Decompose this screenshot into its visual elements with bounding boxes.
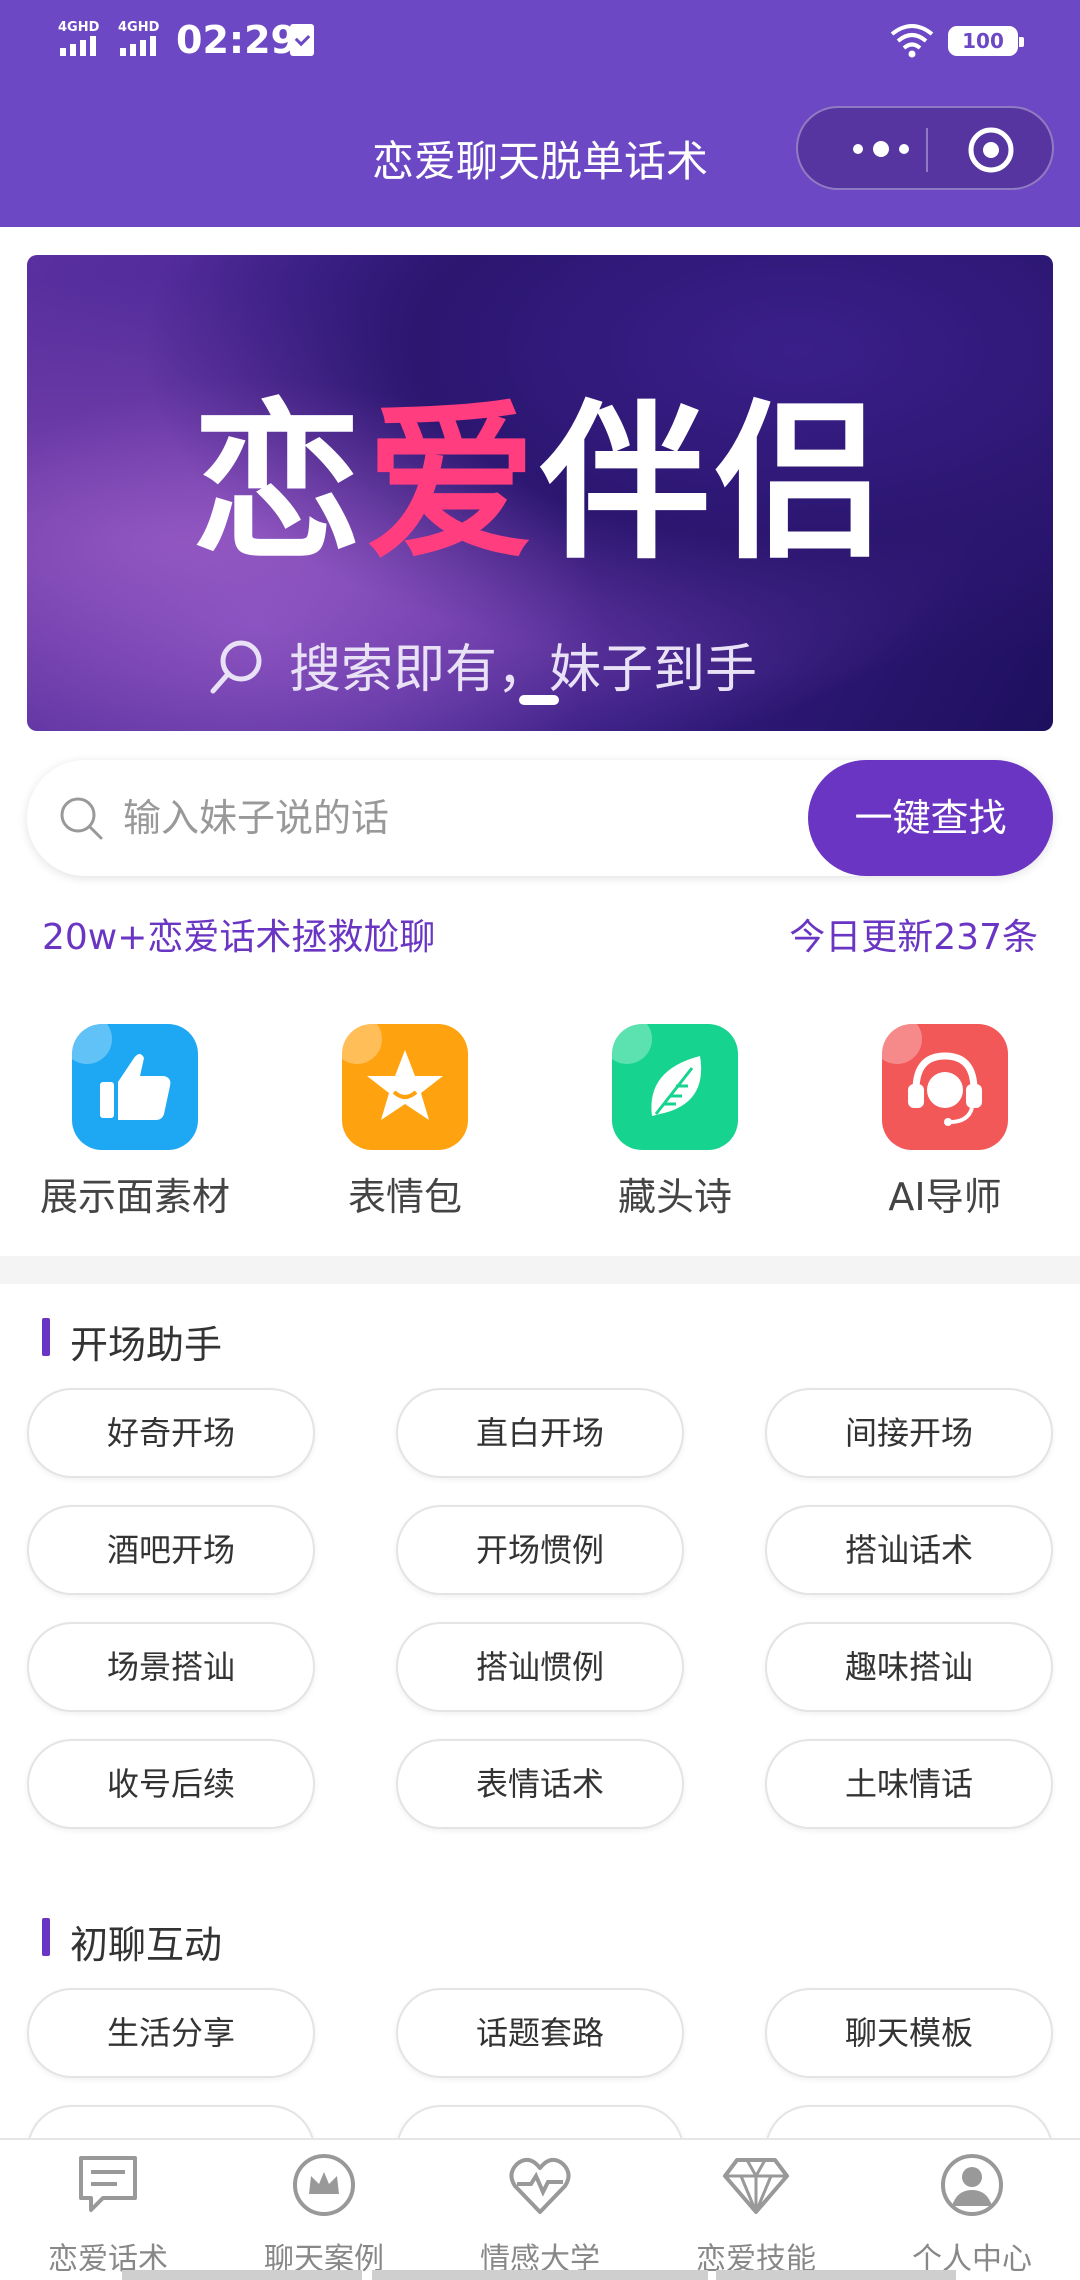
home-indicator	[716, 2270, 956, 2280]
section-marker	[42, 1918, 50, 1956]
banner-tagline: 搜索即有，妹子到手	[289, 640, 758, 700]
chat-icon	[79, 2156, 137, 2212]
topic-chip[interactable]: 趣味搭讪	[765, 1622, 1053, 1712]
leaf-icon	[612, 1024, 738, 1150]
topic-chip[interactable]: 场景搭讪	[27, 1622, 315, 1712]
section-divider	[0, 1256, 1080, 1284]
topic-chip[interactable]: 生活分享	[27, 1988, 315, 2078]
search-bar: 一键查找	[27, 760, 1053, 876]
clipboard-icon	[290, 24, 314, 56]
heart-pulse-icon	[509, 2157, 571, 2214]
home-indicator	[372, 2270, 708, 2280]
section-title-first-chat: 初聊互动	[70, 1923, 223, 1967]
thumbs-up-icon	[72, 1024, 198, 1150]
topic-chip[interactable]: 开场惯例	[396, 1505, 684, 1595]
topic-chip[interactable]: 直白开场	[396, 1388, 684, 1478]
topic-chip[interactable]: 话题套路	[396, 1988, 684, 2078]
quick-action-label: AI导师	[888, 1175, 1002, 1219]
banner-title: 恋爱伴侣	[27, 345, 1053, 591]
topic-chip[interactable]: 收号后续	[27, 1739, 315, 1829]
tab-profile[interactable]: 个人中心	[864, 2150, 1080, 2278]
section-title-opening: 开场助手	[70, 1323, 223, 1367]
stats-today: 今日更新237条	[789, 917, 1038, 958]
status-time: 02:29	[176, 18, 297, 62]
banner-title-heart: 爱	[365, 385, 540, 583]
quick-action-label: 表情包	[347, 1175, 462, 1219]
crown-icon	[293, 2154, 355, 2216]
topic-chip[interactable]: 酒吧开场	[27, 1505, 315, 1595]
tab-love-scripts[interactable]: 恋爱话术	[0, 2150, 216, 2278]
status-bar: 4GHD 4GHD 02:29 100	[0, 0, 1080, 80]
quick-actions: 展示面素材 表情包 藏头诗 AI导师	[0, 1024, 1080, 1224]
topic-chip[interactable]: 间接开场	[765, 1388, 1053, 1478]
topic-chip[interactable]: 土味情话	[765, 1739, 1053, 1829]
more-icon[interactable]	[836, 124, 926, 174]
tab-emotion-university[interactable]: 情感大学	[432, 2150, 648, 2278]
search-button[interactable]: 一键查找	[808, 760, 1053, 876]
app-header: 4GHD 4GHD 02:29 100 恋爱聊天脱单话术	[0, 0, 1080, 227]
tab-love-skills[interactable]: 恋爱技能	[648, 2150, 864, 2278]
section-marker	[42, 1318, 50, 1356]
quick-action-acrostic[interactable]: 藏头诗	[555, 1024, 795, 1221]
quick-action-ai-mentor[interactable]: AI导师	[825, 1024, 1065, 1221]
miniprogram-capsule	[796, 106, 1054, 190]
search-input[interactable]	[123, 788, 723, 848]
banner-title-part: 恋	[191, 385, 366, 583]
topic-chip[interactable]: 表情话术	[396, 1739, 684, 1829]
quick-action-label: 展示面素材	[39, 1175, 230, 1219]
diamond-icon	[723, 2158, 789, 2214]
search-icon	[210, 640, 262, 694]
tab-chat-cases[interactable]: 聊天案例	[216, 2150, 432, 2278]
home-indicator	[122, 2270, 362, 2280]
bottom-tab-bar: 恋爱话术 聊天案例 情感大学 恋爱技能 个人中心	[0, 2138, 1080, 2280]
user-icon	[941, 2154, 1003, 2216]
topic-chip[interactable]: 好奇开场	[27, 1388, 315, 1478]
quick-action-showcase[interactable]: 展示面素材	[15, 1024, 255, 1221]
network-type-label: 4GHD	[118, 20, 160, 35]
headset-icon	[882, 1024, 1008, 1150]
carousel-indicator	[519, 695, 559, 705]
banner-title-part: 伴侣	[540, 385, 889, 583]
star-icon	[342, 1024, 468, 1150]
quick-action-stickers[interactable]: 表情包	[285, 1024, 525, 1221]
topic-chip[interactable]: 搭讪话术	[765, 1505, 1053, 1595]
close-target-icon[interactable]	[946, 118, 1036, 182]
stats-total: 20w+恋爱话术拯救尬聊	[42, 917, 436, 958]
battery-icon: 100	[948, 26, 1024, 56]
wifi-icon	[890, 24, 934, 58]
topic-chip[interactable]: 聊天模板	[765, 1988, 1053, 2078]
topic-chip[interactable]: 搭讪惯例	[396, 1622, 684, 1712]
quick-action-label: 藏头诗	[617, 1175, 732, 1219]
signal-icon: 4GHD	[118, 20, 168, 60]
network-type-label: 4GHD	[58, 20, 100, 35]
signal-icon: 4GHD	[58, 20, 108, 60]
capsule-divider	[926, 128, 928, 172]
search-icon	[60, 797, 103, 840]
promo-banner[interactable]: 恋爱伴侣 搜索即有，妹子到手	[27, 255, 1053, 731]
